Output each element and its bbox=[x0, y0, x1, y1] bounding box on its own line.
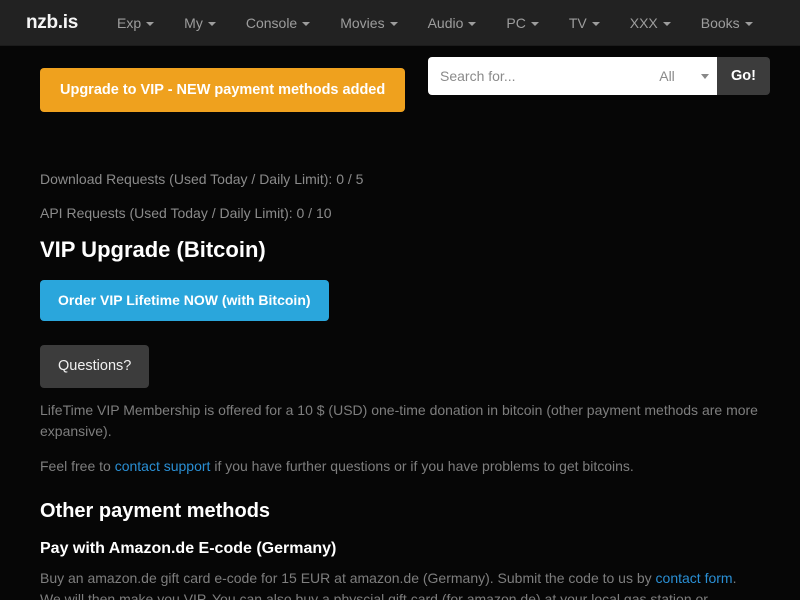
nav-item-label: Audio bbox=[427, 14, 464, 31]
nav-item-tv[interactable]: TV bbox=[554, 16, 615, 30]
nav-item-label: Movies bbox=[340, 14, 385, 31]
amazon-ecode-heading: Pay with Amazon.de E-code (Germany) bbox=[40, 539, 337, 557]
nav-item-exp[interactable]: Exp bbox=[102, 16, 169, 30]
support-line-post: if you have further questions or if you … bbox=[210, 457, 634, 474]
support-line: Feel free to contact support if you have… bbox=[40, 456, 760, 477]
nav-item-label: TV bbox=[568, 14, 587, 31]
order-vip-lifetime-button[interactable]: Order VIP Lifetime NOW (with Bitcoin) bbox=[40, 279, 329, 322]
vip-description: LifeTime VIP Membership is offered for a… bbox=[40, 401, 758, 439]
contact-support-link[interactable]: contact support bbox=[115, 458, 211, 474]
search-category-value: All bbox=[659, 68, 675, 84]
nav-item-label: XXX bbox=[629, 14, 658, 31]
other-payment-methods-heading: Other payment methods bbox=[40, 499, 271, 522]
nav-item-my[interactable]: My bbox=[169, 16, 231, 30]
questions-row: Questions? bbox=[40, 345, 760, 388]
nav-item-label: Exp bbox=[117, 14, 142, 31]
brand-logo[interactable]: nzb.is bbox=[26, 13, 78, 32]
chevron-down-icon bbox=[701, 73, 710, 79]
nav-item-audio[interactable]: Audio bbox=[413, 16, 492, 30]
chevron-down-icon bbox=[468, 21, 477, 26]
chevron-down-icon bbox=[662, 21, 671, 26]
nav-item-xxx[interactable]: XXX bbox=[615, 16, 686, 30]
chevron-down-icon bbox=[146, 21, 155, 26]
download-requests-stat: Download Requests (Used Today / Daily Li… bbox=[40, 171, 364, 188]
amazon-ecode-description: Buy an amazon.de gift card e-code for 15… bbox=[40, 568, 760, 600]
nav-item-label: My bbox=[184, 14, 203, 31]
nav-item-console[interactable]: Console bbox=[231, 16, 325, 30]
nav-item-label: Console bbox=[245, 14, 298, 31]
chevron-down-icon bbox=[744, 21, 753, 26]
amazon-text-pre: Buy an amazon.de gift card e-code for 15… bbox=[40, 569, 656, 586]
upgrade-to-vip-button[interactable]: Upgrade to VIP - NEW payment methods add… bbox=[40, 68, 406, 113]
main-navbar: nzb.is Exp My Console Movies Audio PC TV bbox=[0, 0, 800, 46]
order-vip-row: Order VIP Lifetime NOW (with Bitcoin) bbox=[40, 279, 760, 322]
vip-upgrade-heading: VIP Upgrade (Bitcoin) bbox=[40, 237, 266, 263]
nav-item-books[interactable]: Books bbox=[686, 16, 768, 30]
contact-form-link[interactable]: contact form bbox=[656, 570, 733, 586]
nav-item-label: PC bbox=[506, 14, 526, 31]
nav-item-label: Books bbox=[700, 14, 740, 31]
chevron-down-icon bbox=[591, 21, 600, 26]
support-line-pre: Feel free to bbox=[40, 457, 115, 474]
stats-block: Download Requests (Used Today / Daily Li… bbox=[40, 112, 760, 223]
chevron-down-icon bbox=[207, 21, 216, 26]
chevron-down-icon bbox=[530, 21, 539, 26]
search-go-button[interactable]: Go! bbox=[717, 57, 770, 95]
chevron-down-icon bbox=[389, 21, 398, 26]
search-category-select[interactable]: All bbox=[633, 57, 718, 95]
nav-item-pc[interactable]: PC bbox=[491, 16, 553, 30]
search-input[interactable] bbox=[428, 57, 633, 95]
page-container: Upgrade to VIP - NEW payment methods add… bbox=[0, 46, 800, 600]
nav-item-movies[interactable]: Movies bbox=[325, 16, 412, 30]
questions-button[interactable]: Questions? bbox=[40, 345, 150, 388]
chevron-down-icon bbox=[302, 21, 311, 26]
api-requests-stat: API Requests (Used Today / Daily Limit):… bbox=[40, 204, 332, 221]
nav-items: Exp My Console Movies Audio PC TV XXX Bo… bbox=[102, 16, 768, 30]
search-bar: All Go! bbox=[428, 57, 770, 95]
